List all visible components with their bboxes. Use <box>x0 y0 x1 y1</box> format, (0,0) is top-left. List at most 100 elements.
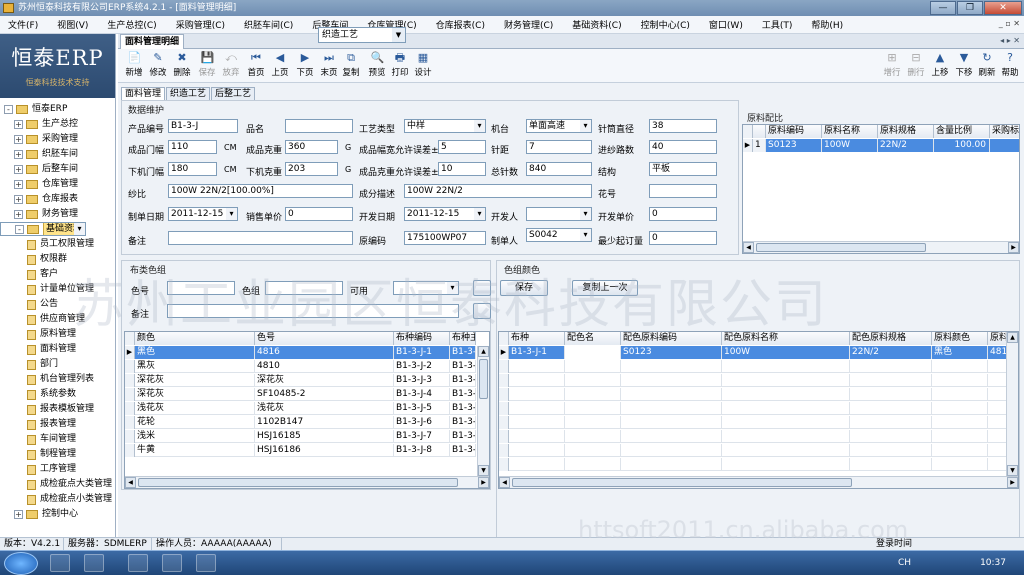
start-button[interactable] <box>4 552 38 575</box>
menu-purchase[interactable]: 采购管理(C) <box>176 18 225 31</box>
tree-item[interactable]: 面料管理 <box>0 342 115 357</box>
col-content-ratio[interactable]: 含量比例 <box>934 125 990 138</box>
cell-material-name[interactable]: 100W <box>822 139 878 152</box>
toolbar-button-8[interactable]: ⏭ 末页 <box>317 51 341 78</box>
toolbar-right-button-2[interactable]: ▲ 上移 <box>928 51 952 78</box>
cell-color[interactable]: 浅米 <box>135 430 255 443</box>
cancel-button[interactable] <box>473 303 491 319</box>
col-color-no[interactable]: 色号 <box>255 332 394 345</box>
col-fabric-code[interactable]: 布种编码 <box>394 332 450 345</box>
table-row[interactable]: 浅花灰浅花灰B1-3-J-5B1-3-J <box>125 402 476 415</box>
ie-icon[interactable] <box>50 554 70 572</box>
scroll-right-icon[interactable]: ▶ <box>478 477 489 488</box>
tree-item[interactable]: 权限群 <box>0 252 115 267</box>
toolbar-button-5[interactable]: ⏮ 首页 <box>244 51 268 78</box>
cell-match-material-name[interactable]: 100W <box>722 346 850 359</box>
tree-item[interactable]: - 恒泰ERP <box>0 102 115 117</box>
tree-item[interactable]: 车间管理 <box>0 432 115 447</box>
tree-item[interactable]: 系统参数 <box>0 387 115 402</box>
toolbar-right-button-0[interactable]: ⊞ 增行 <box>880 51 904 78</box>
dev-price-field[interactable]: 0 <box>649 207 717 221</box>
table-row[interactable]: 花轮1102B147B1-3-J-6B1-3-J <box>125 416 476 429</box>
expand-icon[interactable]: + <box>14 135 23 144</box>
tree-item[interactable]: + 生产总控 <box>0 117 115 132</box>
cell-color[interactable]: 黑色 <box>135 346 255 359</box>
menu-knitting[interactable]: 织胚车间(C) <box>244 18 293 31</box>
tab-finishing-process[interactable]: 后整工艺 <box>211 87 256 100</box>
material-ratio-hscroll[interactable]: ◀ ▶ <box>743 241 1019 253</box>
cell-fabric-code[interactable]: B1-3-J-1 <box>394 346 450 359</box>
menu-basic-data[interactable]: 基础资料(C) <box>572 18 621 31</box>
col-fabric[interactable]: 布种 <box>509 332 565 345</box>
toolbar-button-1[interactable]: ✎ 修改 <box>146 51 170 78</box>
toolbar-right-button-4[interactable]: ↻ 刷新 <box>975 51 999 78</box>
cell-color-no[interactable]: 深花灰 <box>255 374 394 387</box>
color-no-field[interactable] <box>167 281 235 295</box>
cell-material-extra[interactable]: 481 <box>988 346 1008 359</box>
table-row[interactable]: ▶ B1-3-J-1 S0123 100W 22N/2 黑色 481 <box>499 346 1008 359</box>
cell-fabric-main[interactable]: B1-3-J <box>450 444 476 457</box>
confirm-button[interactable] <box>473 280 491 296</box>
toolbar-right-button-5[interactable]: ? 帮助 <box>998 51 1022 78</box>
cell-fabric-code[interactable]: B1-3-J-2 <box>394 360 450 373</box>
cell-fabric-main[interactable]: B1-3-J <box>450 388 476 401</box>
expand-icon[interactable]: + <box>14 150 23 159</box>
dev-date-picker[interactable]: 2011-12-15 <box>404 207 486 221</box>
orig-code-field[interactable]: 175100WP07 <box>404 231 486 245</box>
table-row[interactable]: 深花灰深花灰B1-3-J-3B1-3-J <box>125 374 476 387</box>
cell-color[interactable]: 浅花灰 <box>135 402 255 415</box>
close-button[interactable]: ✕ <box>984 1 1022 15</box>
menu-window[interactable]: 窗口(W) <box>709 18 743 31</box>
tree-item[interactable]: + 仓库报表 <box>0 192 115 207</box>
scroll-up-icon[interactable]: ▲ <box>478 346 489 357</box>
scroll-left-icon[interactable]: ◀ <box>499 477 510 488</box>
toolbar-button-12[interactable]: ▦ 设计 <box>411 51 435 78</box>
cell-fabric-main[interactable]: B1-3-J <box>450 346 476 359</box>
hscroll-thumb[interactable] <box>756 243 926 252</box>
scroll-down-icon[interactable]: ▼ <box>1007 465 1018 476</box>
maximize-button[interactable]: ❐ <box>957 1 983 15</box>
color-category-hscroll[interactable]: ◀ ▶ <box>125 476 489 488</box>
sale-price-field[interactable]: 0 <box>285 207 353 221</box>
menu-tools[interactable]: 工具(T) <box>762 18 793 31</box>
collapse-icon[interactable]: - <box>15 224 24 234</box>
usable-select[interactable] <box>393 281 459 295</box>
order-date-picker[interactable]: 2011-12-15 <box>168 207 238 221</box>
erp-app-icon[interactable] <box>128 554 148 572</box>
col-material-extra[interactable]: 原料 <box>988 332 1008 345</box>
cell-fabric-main[interactable]: B1-3-J <box>450 402 476 415</box>
menu-warehouse-report[interactable]: 仓库报表(C) <box>436 18 485 31</box>
cell-fabric-code[interactable]: B1-3-J-3 <box>394 374 450 387</box>
cell-fabric-main[interactable]: B1-3-J <box>450 360 476 373</box>
col-material-name[interactable]: 原料名称 <box>822 125 878 138</box>
cell-fabric-code[interactable]: B1-3-J-5 <box>394 402 450 415</box>
tree-item[interactable]: 原料管理 <box>0 327 115 342</box>
copy-last-button[interactable]: 复制上一次 <box>572 280 638 296</box>
developer-select[interactable] <box>526 207 592 221</box>
tree-item[interactable]: 部门 <box>0 357 115 372</box>
toolbar-button-4[interactable]: ⤺ 放弃 <box>219 51 243 78</box>
tree-item[interactable]: 公告 <box>0 297 115 312</box>
cell-fabric-code[interactable]: B1-3-J-7 <box>394 430 450 443</box>
scroll-left-icon[interactable]: ◀ <box>743 242 754 253</box>
weight-tolerance-field[interactable]: 10 <box>438 162 486 176</box>
expand-icon[interactable]: + <box>14 180 23 189</box>
tree-item[interactable]: 成检疵点大类管理 <box>0 477 115 492</box>
needles-field[interactable]: 840 <box>526 162 592 176</box>
col-purchase[interactable]: 采购标 <box>990 125 1019 138</box>
col-material-color[interactable]: 原料颜色 <box>932 332 988 345</box>
process-select[interactable]: 织造工艺 ▼ <box>318 27 406 43</box>
table-row[interactable]: 牛黄HSJ16186B1-3-J-8B1-3-J <box>125 444 476 457</box>
tab-fabric-management[interactable]: 面料管理 <box>121 87 166 100</box>
finished-width-field[interactable]: 110 <box>168 140 217 154</box>
cell-match-spec[interactable]: 22N/2 <box>850 346 932 359</box>
tree-item[interactable]: 成检疵点小类管理 <box>0 492 115 507</box>
tree-item[interactable]: + 后整车间 <box>0 162 115 177</box>
cell-fabric[interactable]: B1-3-J-1 <box>509 346 565 359</box>
scroll-left-icon[interactable]: ◀ <box>125 477 136 488</box>
tree-item[interactable]: + 织胚车间 <box>0 147 115 162</box>
table-row[interactable]: 浅米HSJ16185B1-3-J-7B1-3-J <box>125 430 476 443</box>
tree-item[interactable]: 报表管理 <box>0 417 115 432</box>
cell-fabric-code[interactable]: B1-3-J-6 <box>394 416 450 429</box>
expand-icon[interactable]: + <box>14 510 23 519</box>
